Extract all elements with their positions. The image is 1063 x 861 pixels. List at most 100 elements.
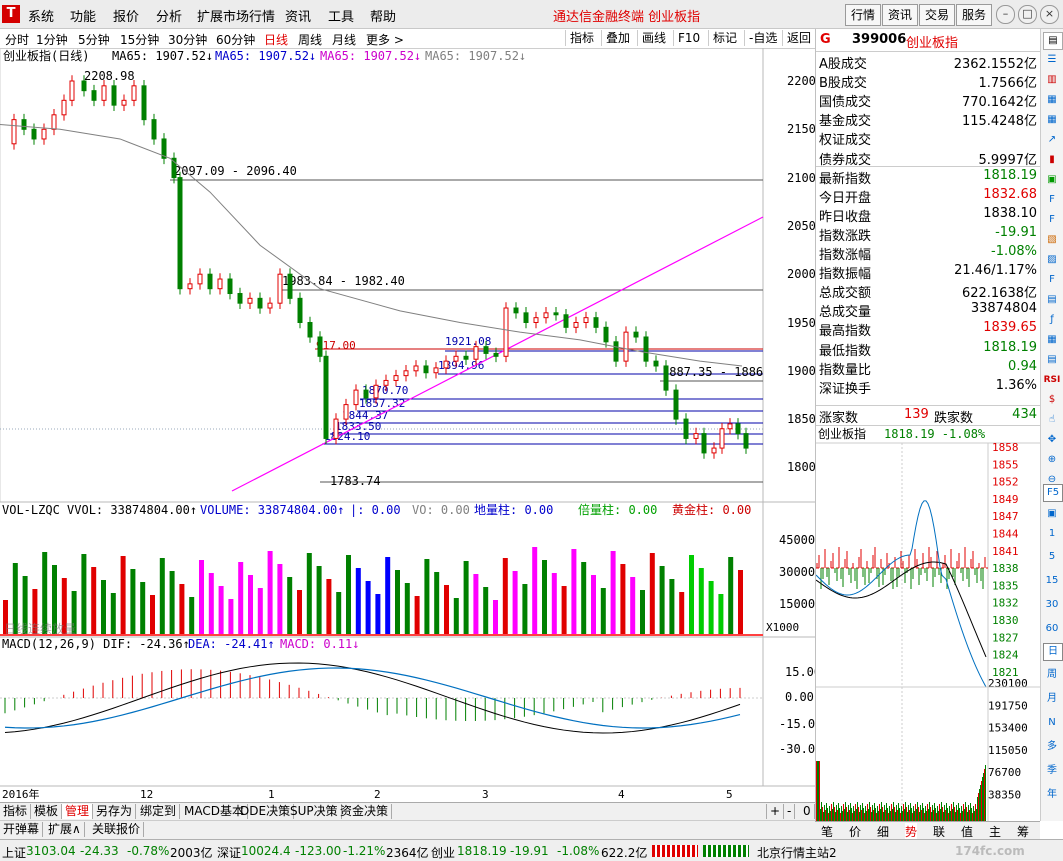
report-icon[interactable]: ▤ (1043, 352, 1061, 368)
watchlist-button[interactable]: -自选 (744, 30, 781, 46)
indicator-button[interactable]: 指标 (565, 30, 598, 46)
mini-intraday-chart[interactable]: 创业板指 1818.19 -1.08% 1858 1855 1852 1849 1847… (816, 425, 1041, 821)
cy-label[interactable]: 创业 (431, 844, 455, 861)
bars-icon[interactable]: ▥ (1043, 72, 1061, 88)
trade-button[interactable]: 交易 (919, 4, 955, 26)
menu-system[interactable]: 系统 (28, 6, 54, 25)
rtab-value[interactable]: 值 (961, 823, 973, 840)
period-week[interactable]: 周 (1043, 667, 1061, 683)
period-5min[interactable]: 5分钟 (78, 31, 110, 48)
rtab-trend[interactable]: 势 (905, 823, 918, 840)
rtab-price[interactable]: 价 (849, 823, 861, 840)
period-year[interactable]: 年 (1043, 787, 1061, 803)
f-icon[interactable]: F (1043, 272, 1061, 288)
rtab-linked[interactable]: 联 (933, 823, 945, 840)
period-daily[interactable]: 日线 (264, 31, 288, 48)
expand-button[interactable]: 扩展∧ (45, 822, 85, 837)
overlay-button[interactable]: 叠加 (601, 30, 634, 46)
period-1[interactable]: 1 (1043, 526, 1061, 542)
dollar-icon[interactable]: $ (1043, 392, 1061, 408)
minimize-icon[interactable]: – (996, 5, 1015, 24)
sheet-icon[interactable]: ▤ (1043, 292, 1061, 308)
period-5[interactable]: 5 (1043, 549, 1061, 565)
rtab-detail[interactable]: 细 (877, 823, 889, 840)
period-more[interactable]: 更多 > (366, 31, 404, 48)
tab-manage[interactable]: 管理 (62, 804, 94, 819)
tab-bind-to[interactable]: 绑定到 (137, 804, 181, 819)
rtab-main[interactable]: 主 (989, 823, 1001, 840)
period-n[interactable]: N (1043, 715, 1061, 731)
menu-function[interactable]: 功能 (70, 6, 96, 25)
grid-icon[interactable]: ▦ (1043, 112, 1061, 128)
period-weekly[interactable]: 周线 (298, 31, 322, 48)
menu-news[interactable]: 资讯 (285, 6, 311, 25)
main-chart[interactable]: 创业板指(日线) MA65: 1907.52↓ MA65: 1907.52↓ M… (0, 48, 815, 801)
f5-icon[interactable]: F5 (1043, 484, 1063, 502)
period-month[interactable]: 月 (1043, 691, 1061, 707)
period-multi[interactable]: 多 (1043, 739, 1061, 755)
f10-button[interactable]: F10 (673, 30, 704, 46)
zoom-in-icon[interactable]: ⊕ (1043, 452, 1061, 468)
menu-tools[interactable]: 工具 (328, 6, 354, 25)
mark-button[interactable]: 标记 (708, 30, 741, 46)
doc-icon[interactable]: ▦ (1043, 92, 1061, 108)
zoom-minus-button[interactable]: - (784, 804, 796, 819)
tab-sup[interactable]: SUP决策 (287, 804, 342, 819)
server-name[interactable]: 北京行情主站2 (757, 844, 837, 861)
period-30min[interactable]: 30分钟 (168, 31, 207, 48)
period-intraday[interactable]: 分时 (5, 31, 29, 48)
tab-indicator[interactable]: 指标 (0, 804, 32, 819)
green-doc-icon[interactable]: ▣ (1043, 172, 1061, 188)
back-button[interactable]: 返回 (782, 30, 815, 46)
menu-help[interactable]: 帮助 (370, 6, 396, 25)
fund-icon[interactable]: F (1043, 212, 1061, 228)
alert-icon[interactable]: ▧ (1043, 232, 1061, 248)
tab-template[interactable]: 模板 (31, 804, 63, 819)
menu-analysis[interactable]: 分析 (156, 6, 182, 25)
candle-body (197, 273, 203, 285)
period-1min[interactable]: 1分钟 (36, 31, 68, 48)
period-monthly[interactable]: 月线 (332, 31, 356, 48)
zoom-reset-button[interactable]: 0 (800, 804, 815, 819)
period-15[interactable]: 15 (1043, 573, 1061, 589)
period-day[interactable]: 日 (1043, 643, 1063, 661)
screen-icon[interactable]: ▨ (1043, 252, 1061, 268)
pointer-icon[interactable]: ☝ (1043, 412, 1061, 428)
menu-extended-market[interactable]: 扩展市场行情 (197, 6, 275, 25)
period-60[interactable]: 60 (1043, 621, 1061, 637)
period-quarter[interactable]: 季 (1043, 763, 1061, 779)
move-icon[interactable]: ✥ (1043, 432, 1061, 448)
list-icon[interactable]: ☰ (1043, 52, 1061, 68)
app-logo-icon[interactable]: T (2, 5, 20, 23)
volume-bar (140, 582, 146, 635)
period-15min[interactable]: 15分钟 (120, 31, 159, 48)
candle-icon[interactable]: ▮ (1043, 152, 1061, 168)
zoom-plus-button[interactable]: + (766, 804, 785, 819)
trend-icon[interactable]: ↗ (1043, 132, 1061, 148)
tab-dde[interactable]: DDE决策 (237, 804, 295, 819)
service-button[interactable]: 服务 (956, 4, 992, 26)
calc-icon[interactable]: ▦ (1043, 332, 1061, 348)
layout-icon[interactable]: ▣ (1043, 506, 1061, 522)
formula-icon[interactable]: ƒ (1043, 312, 1061, 328)
maximize-icon[interactable]: □ (1018, 5, 1037, 24)
tab-save-as[interactable]: 另存为 (93, 804, 137, 819)
menu-quote[interactable]: 报价 (113, 6, 139, 25)
chart-type-icon[interactable]: ▤ (1043, 32, 1063, 50)
sz-label[interactable]: 深证 (217, 844, 241, 861)
candle-body (403, 370, 409, 377)
draw-line-button[interactable]: 画线 (637, 30, 670, 46)
rtab-trades[interactable]: 笔 (821, 823, 833, 840)
danmaku-button[interactable]: 开弹幕 (0, 822, 44, 837)
period-60min[interactable]: 60分钟 (216, 31, 255, 48)
rtab-chips[interactable]: 筹 (1017, 823, 1029, 840)
related-quotes-button[interactable]: 关联报价 (89, 822, 145, 837)
news-button[interactable]: 资讯 (882, 4, 918, 26)
f10-icon[interactable]: F (1043, 192, 1061, 208)
close-icon[interactable]: × (1040, 5, 1059, 24)
quote-button[interactable]: 行情 (845, 4, 881, 26)
rsi-icon[interactable]: RSI (1043, 372, 1061, 388)
sh-label[interactable]: 上证 (2, 844, 26, 861)
tab-fund[interactable]: 资金决策 (337, 804, 393, 819)
period-30[interactable]: 30 (1043, 597, 1061, 613)
